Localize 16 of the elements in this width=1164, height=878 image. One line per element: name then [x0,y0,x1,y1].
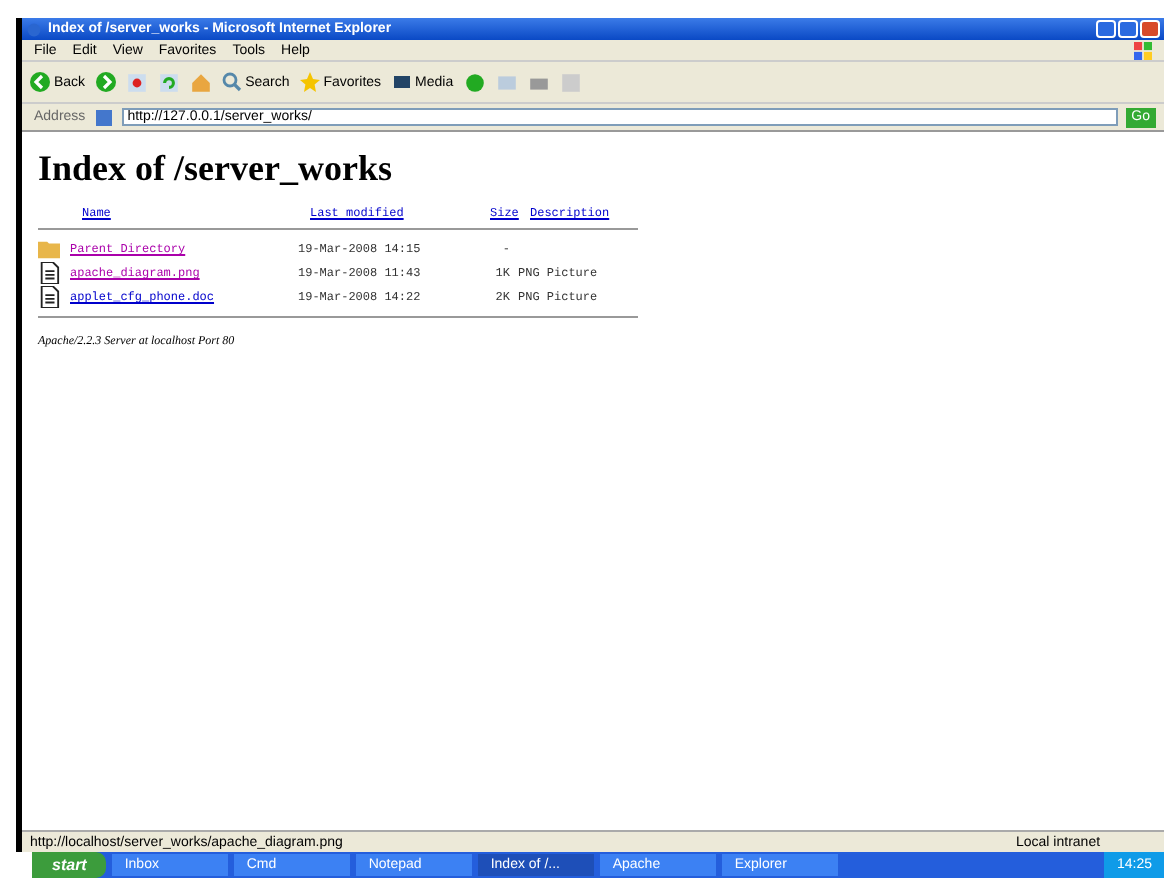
document-icon [38,262,60,284]
forward-button[interactable] [95,72,116,92]
minimize-button[interactable] [1096,20,1116,38]
search-icon [221,72,242,92]
star-icon [299,72,320,92]
document-icon [38,286,60,308]
close-button[interactable] [1140,20,1160,38]
page-heading: Index of /server_works [38,148,394,190]
stop-icon[interactable] [125,71,148,93]
windows-flag-icon [1134,41,1152,59]
folder-icon [38,238,60,260]
maximize-button[interactable] [1118,20,1138,38]
screen-icon [391,72,412,92]
home-icon[interactable] [189,71,212,93]
back-arrow-icon [30,72,50,92]
refresh-icon[interactable] [157,71,180,93]
